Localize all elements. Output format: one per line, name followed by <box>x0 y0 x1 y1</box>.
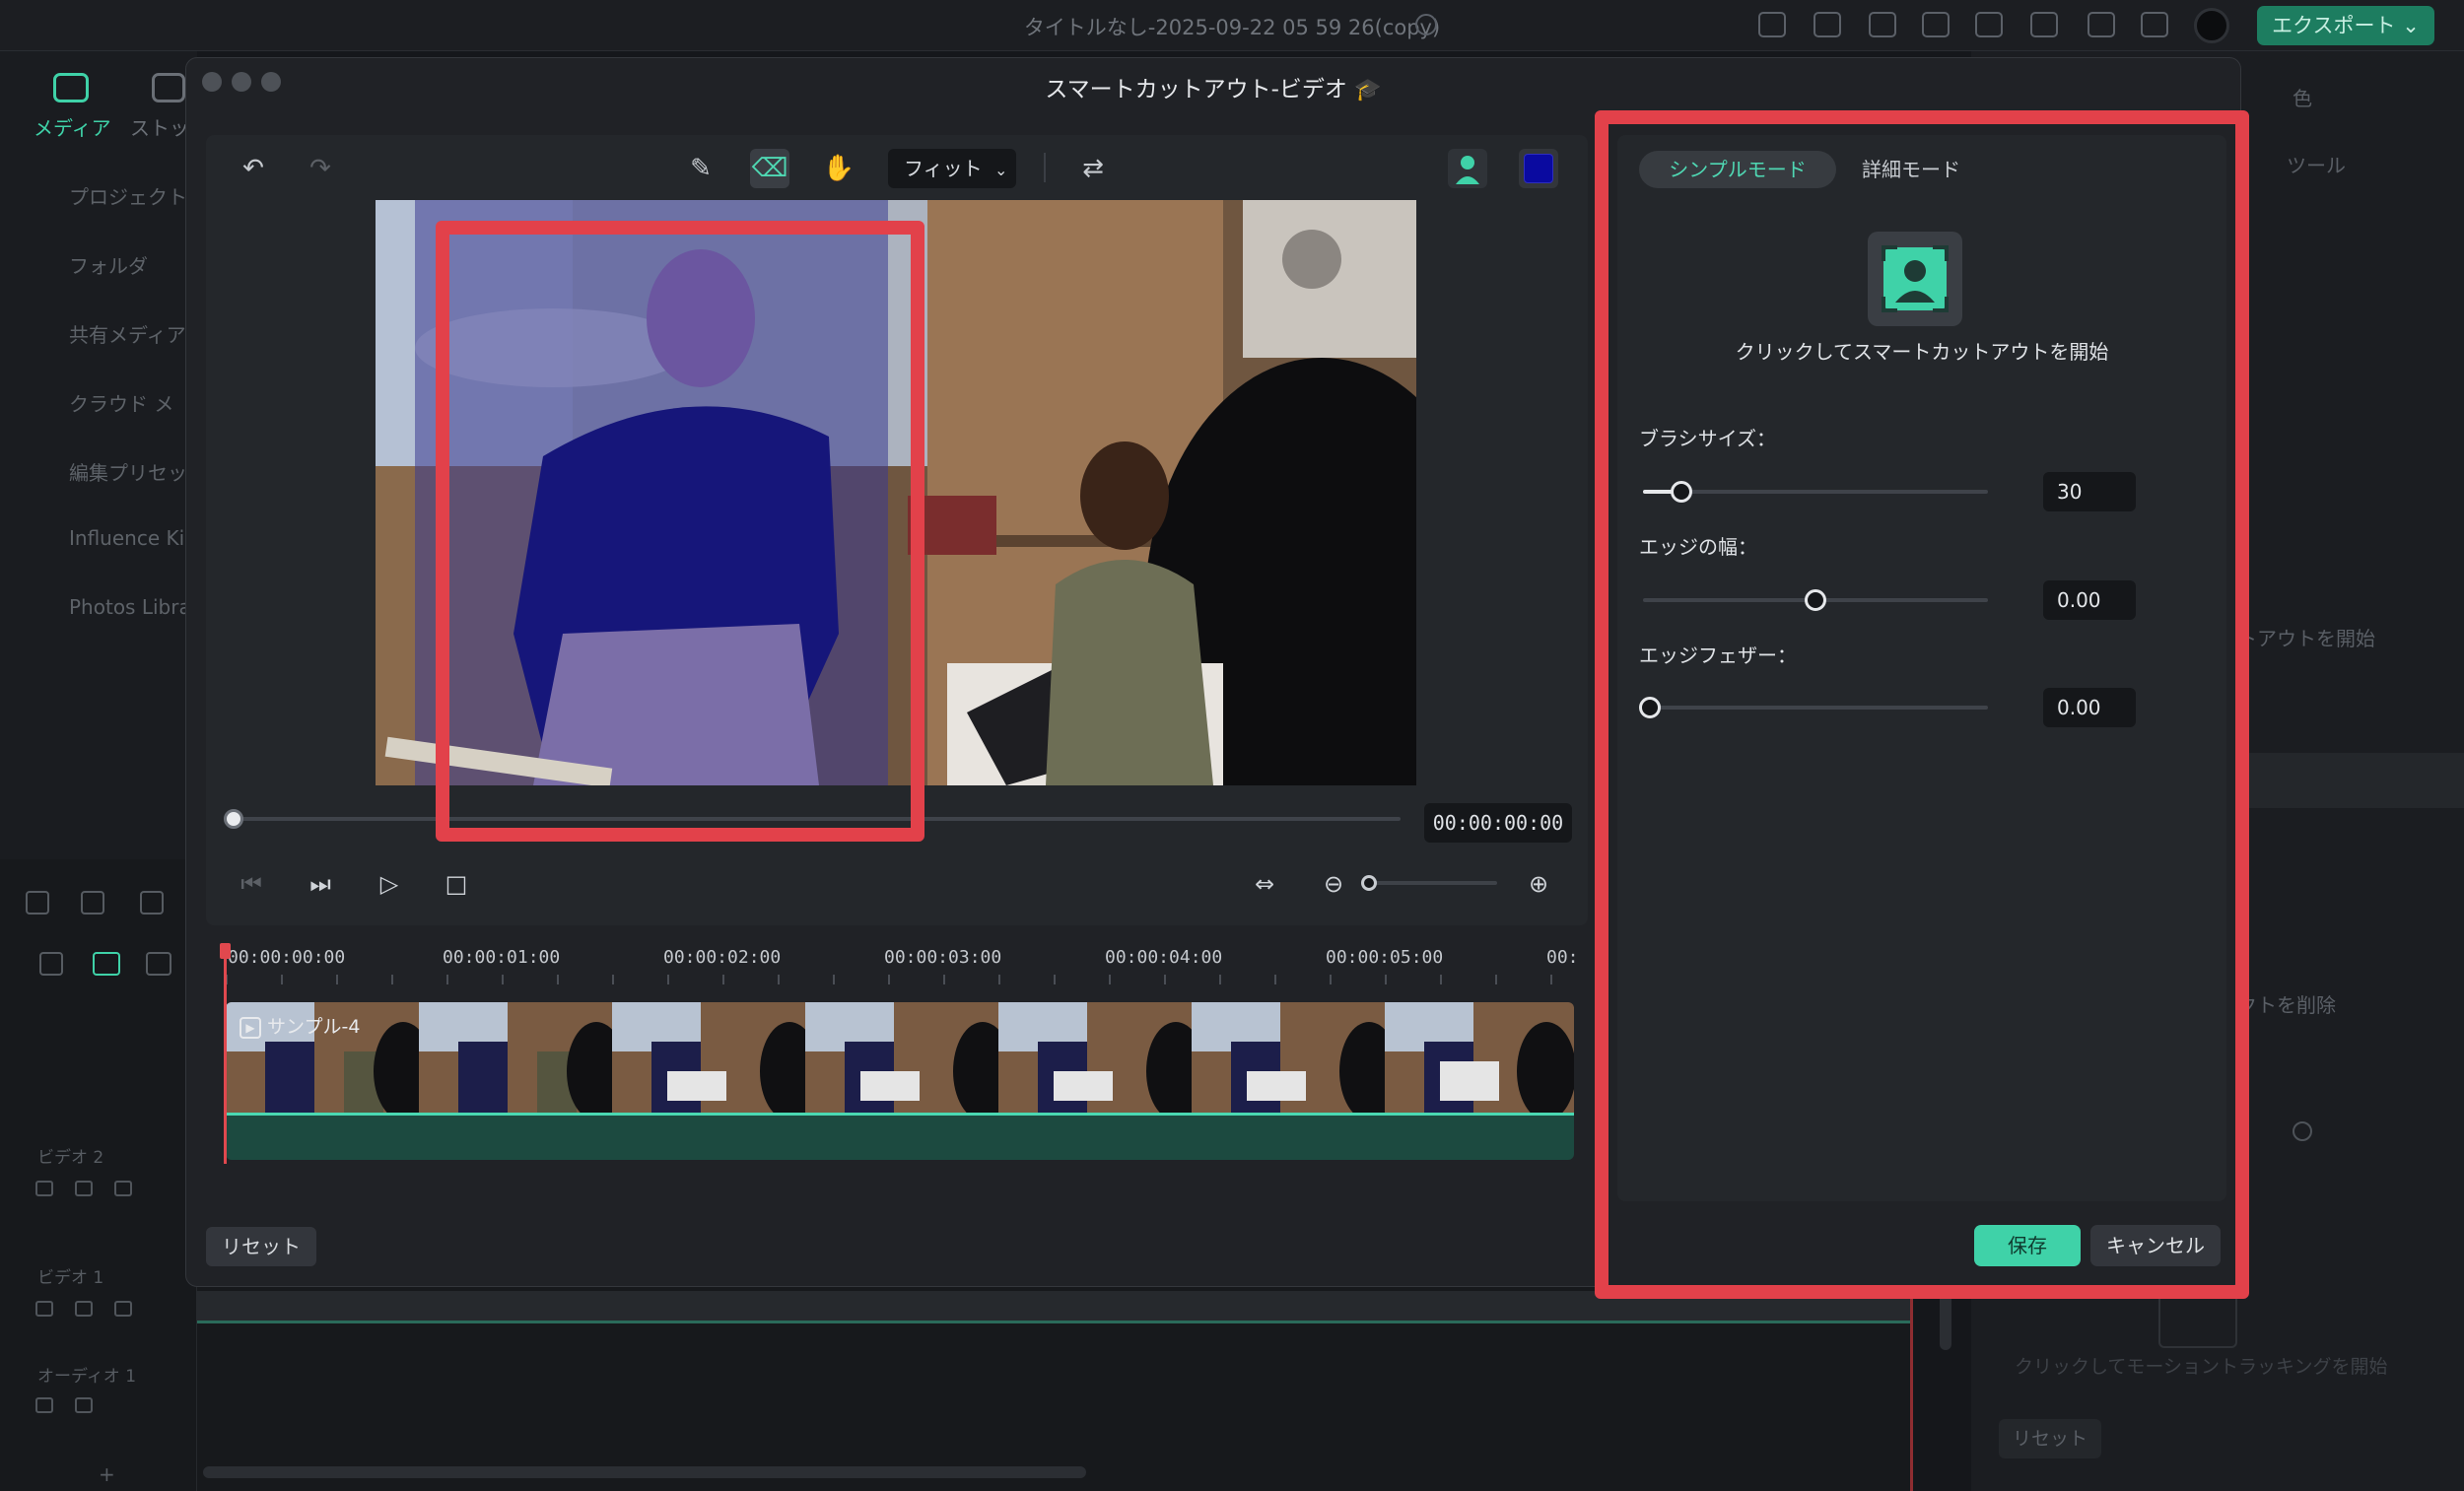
mask-color-fill <box>1524 154 1553 183</box>
track-headers: ビデオ 2 ビデオ 1 オーディオ 1 + <box>0 859 197 1491</box>
link-icon[interactable] <box>39 952 63 976</box>
reset-button[interactable]: リセット <box>206 1227 316 1266</box>
ruler-label: 00:00:00:00 <box>228 947 346 968</box>
apps-grid-icon[interactable] <box>2141 12 2168 37</box>
ruler-label: 00:00:05:00 <box>1326 947 1444 968</box>
toolbar-divider <box>1044 153 1046 182</box>
timecode-display: 00:00:00:00 <box>1424 803 1572 843</box>
hand-tool-icon[interactable]: ✋ <box>819 149 858 188</box>
ruler-label: 00:00:03:00 <box>884 947 1002 968</box>
motion-tracking-box[interactable] <box>2158 1293 2237 1348</box>
undo-icon[interactable]: ↶ <box>234 149 273 188</box>
highlight-cutout-subject <box>436 221 924 842</box>
sidebar-item-cloud-media[interactable]: クラウド メ <box>69 388 173 417</box>
person-mask-button[interactable] <box>1448 149 1487 188</box>
app-title-bar: タイトルなし-2025-09-22 05 59 26(copy) エクスポート … <box>0 0 2464 51</box>
cutout-track[interactable] <box>226 1113 1574 1160</box>
eye-icon[interactable] <box>114 1181 132 1196</box>
ruler-label: 00:00:01:00 <box>443 947 561 968</box>
video-clip[interactable] <box>226 1002 1574 1113</box>
layout-icon[interactable] <box>1922 12 1950 37</box>
motion-tracking-label[interactable]: クリックしてモーショントラッキングを開始 <box>2015 1352 2387 1379</box>
eraser-icon[interactable]: ⌫ <box>750 149 789 188</box>
tab-color[interactable]: 色 <box>2293 83 2312 111</box>
zoom-slider-track[interactable] <box>1365 881 1497 885</box>
notes-icon[interactable] <box>1869 12 1896 37</box>
ruler-label: 00:00:04:00 <box>1105 947 1223 968</box>
zoom-slider-handle[interactable] <box>1361 875 1377 891</box>
volume-icon[interactable] <box>75 1181 93 1196</box>
clip-thumbnails <box>226 1002 1574 1113</box>
main-audio-line <box>197 1321 1912 1323</box>
status-check-icon <box>1415 14 1437 35</box>
volume-icon[interactable] <box>75 1397 93 1413</box>
sidebar-item-project[interactable]: プロジェクト <box>69 181 187 210</box>
grid-icon[interactable] <box>26 891 49 915</box>
send-icon[interactable] <box>1814 12 1841 37</box>
support-icon[interactable] <box>2088 12 2115 37</box>
object-delete-label[interactable]: クトを削除 <box>2237 989 2336 1018</box>
chevron-down-icon: ⌄ <box>993 161 1008 179</box>
help-icon[interactable] <box>2293 1121 2312 1141</box>
track-manager-icon[interactable] <box>146 952 171 976</box>
save-icon[interactable] <box>1975 12 2003 37</box>
panel-divider <box>2237 753 2464 808</box>
cloud-upload-icon[interactable] <box>2030 12 2058 37</box>
playhead[interactable] <box>224 945 227 1164</box>
avatar[interactable] <box>2194 8 2229 43</box>
progress-handle[interactable] <box>224 809 243 829</box>
volume-icon[interactable] <box>75 1301 93 1317</box>
undo-track-icon[interactable] <box>140 891 164 915</box>
sidebar-item-influence-kit[interactable]: Influence Ki <box>69 526 184 550</box>
horizontal-scrollbar[interactable] <box>203 1466 1086 1478</box>
cutout-start-label[interactable]: トアウトを開始 <box>2237 623 2375 651</box>
add-icon[interactable]: + <box>99 1462 115 1486</box>
lock-icon[interactable] <box>35 1301 53 1317</box>
tab-stock[interactable]: ストッ <box>130 112 189 141</box>
video-clip-icon: ▶ <box>240 1016 261 1039</box>
prev-frame-icon[interactable]: ⏮ <box>234 866 269 902</box>
track-label-video2: ビデオ 2 <box>37 1148 104 1168</box>
main-playhead[interactable] <box>1910 1281 1913 1491</box>
magic-brush-icon[interactable]: ✎ <box>681 149 720 188</box>
play-icon[interactable]: ▷ <box>372 866 407 902</box>
sidebar-item-edit-presets[interactable]: 編集プリセッ <box>69 457 187 486</box>
sidebar-item-photos-library[interactable]: Photos Libra <box>69 595 191 619</box>
next-frame-icon[interactable]: ⏭ <box>303 866 338 902</box>
zoom-in-icon[interactable]: ⊕ <box>1521 866 1556 902</box>
main-timeline <box>197 1281 1951 1491</box>
stock-icon[interactable] <box>152 73 185 102</box>
sidebar-item-folder[interactable]: フォルダ <box>69 250 148 279</box>
graduation-cap-icon[interactable]: 🎓 <box>1354 78 1381 102</box>
bg-reset-button[interactable]: リセット <box>1999 1419 2101 1458</box>
track-label-audio1: オーディオ 1 <box>37 1367 137 1387</box>
ruler-label: 00:00:02:00 <box>663 947 782 968</box>
dialog-title: スマートカットアウト-ビデオ 🎓 <box>1045 77 1382 102</box>
zoom-out-icon[interactable]: ⊖ <box>1316 866 1351 902</box>
tab-media[interactable]: メディア <box>34 112 111 141</box>
highlight-settings-panel <box>1595 110 2249 1299</box>
mask-color-swatch[interactable] <box>1519 149 1558 188</box>
fit-width-icon[interactable]: ⇔ <box>1247 866 1282 902</box>
export-button[interactable]: エクスポート ⌄ <box>2257 6 2434 45</box>
tools-label[interactable]: ツール <box>2287 150 2346 178</box>
fit-select[interactable]: フィット ⌄ <box>888 149 1016 188</box>
clip-name: ▶ サンプル-4 <box>240 1012 360 1039</box>
swap-icon[interactable]: ⇄ <box>1073 149 1113 188</box>
sidebar-item-shared-media[interactable]: 共有メディア <box>69 319 186 348</box>
stop-icon[interactable]: □ <box>439 866 474 902</box>
lock-icon[interactable] <box>35 1181 53 1196</box>
redo-icon[interactable]: ↷ <box>301 149 340 188</box>
gift-icon[interactable] <box>1758 12 1786 37</box>
media-icon[interactable] <box>53 73 89 102</box>
person-icon <box>1456 156 1479 184</box>
lock-icon[interactable] <box>35 1397 53 1413</box>
eye-icon[interactable] <box>114 1301 132 1317</box>
add-track-icon[interactable] <box>93 952 120 976</box>
track-label-video1: ビデオ 1 <box>37 1268 104 1288</box>
select-tool-icon[interactable] <box>81 891 104 915</box>
media-sidebar: メディア ストッ プロジェクト フォルダ 共有メディア クラウド メ 編集プリセ… <box>0 51 197 859</box>
playhead-marker[interactable] <box>220 943 231 959</box>
ruler-label: 00: <box>1546 947 1579 968</box>
